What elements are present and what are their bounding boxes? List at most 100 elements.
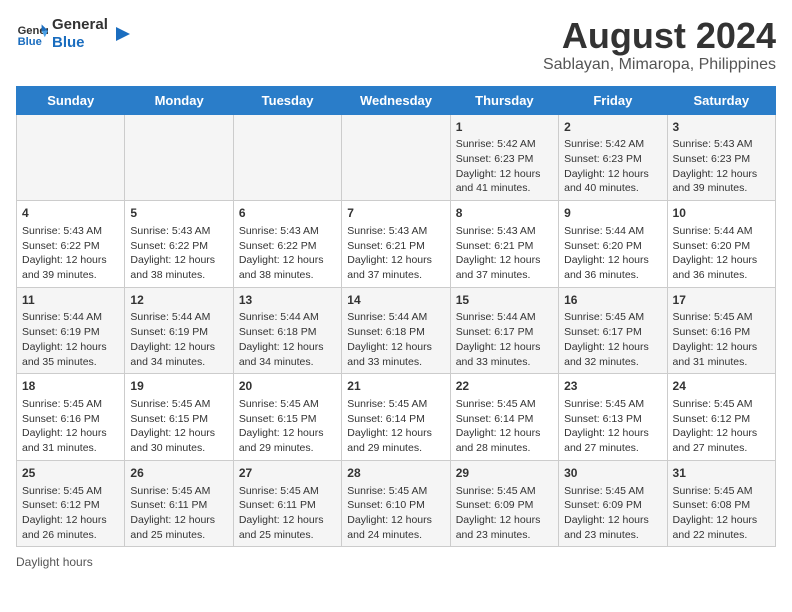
day-header-friday: Friday	[559, 86, 667, 114]
day-info: Sunrise: 5:43 AMSunset: 6:22 PMDaylight:…	[239, 224, 336, 283]
day-number: 13	[239, 292, 336, 309]
day-info: Sunrise: 5:45 AMSunset: 6:16 PMDaylight:…	[673, 310, 770, 369]
day-number: 28	[347, 465, 444, 482]
logo-general: General	[52, 16, 108, 34]
day-number: 14	[347, 292, 444, 309]
calendar-cell: 25Sunrise: 5:45 AMSunset: 6:12 PMDayligh…	[17, 460, 125, 547]
day-info: Sunrise: 5:44 AMSunset: 6:20 PMDaylight:…	[564, 224, 661, 283]
day-info: Sunrise: 5:45 AMSunset: 6:15 PMDaylight:…	[239, 397, 336, 456]
calendar-cell: 6Sunrise: 5:43 AMSunset: 6:22 PMDaylight…	[233, 201, 341, 288]
day-info: Sunrise: 5:45 AMSunset: 6:09 PMDaylight:…	[564, 484, 661, 543]
logo-blue: Blue	[52, 34, 108, 52]
day-number: 23	[564, 378, 661, 395]
day-info: Sunrise: 5:45 AMSunset: 6:13 PMDaylight:…	[564, 397, 661, 456]
day-number: 27	[239, 465, 336, 482]
day-number: 4	[22, 205, 119, 222]
calendar-cell: 29 Sunrise: 5:45 AMSunset: 6:09 PMDayligh…	[450, 460, 558, 547]
day-header-monday: Monday	[125, 86, 233, 114]
title-block: August 2024 Sablayan, Mimaropa, Philippi…	[543, 16, 776, 74]
day-info: Sunrise: 5:45 AMSunset: 6:11 PMDaylight:…	[130, 484, 227, 543]
calendar-cell: 10 Sunrise: 5:44 AMSunset: 6:20 PMDayligh…	[667, 201, 775, 288]
logo: General Blue General Blue	[16, 16, 134, 52]
day-info: Sunrise: 5:45 AMSunset: 6:09 PMDaylight:…	[456, 484, 553, 543]
calendar-cell: 18 Sunrise: 5:45 AMSunset: 6:16 PMDayligh…	[17, 374, 125, 461]
day-number: 2	[564, 119, 661, 136]
day-number: 30	[564, 465, 661, 482]
daylight-label: Daylight hours	[16, 555, 93, 569]
day-number: 21	[347, 378, 444, 395]
calendar-cell: 7 Sunrise: 5:43 AMSunset: 6:21 PMDaylight…	[342, 201, 450, 288]
day-info: Sunrise: 5:45 AMSunset: 6:16 PMDaylight:…	[22, 397, 119, 456]
calendar-cell: 20Sunrise: 5:45 AMSunset: 6:15 PMDayligh…	[233, 374, 341, 461]
calendar-cell: 22Sunrise: 5:45 AMSunset: 6:14 PMDayligh…	[450, 374, 558, 461]
day-number: 29	[456, 465, 553, 482]
calendar-cell: 14Sunrise: 5:44 AMSunset: 6:18 PMDayligh…	[342, 287, 450, 374]
day-info: Sunrise: 5:44 AMSunset: 6:17 PMDaylight:…	[456, 310, 553, 369]
day-number: 10	[673, 205, 770, 222]
day-info: Sunrise: 5:45 AMSunset: 6:14 PMDaylight:…	[347, 397, 444, 456]
day-number: 7	[347, 205, 444, 222]
day-number: 19	[130, 378, 227, 395]
day-number: 31	[673, 465, 770, 482]
day-info: Sunrise: 5:42 AMSunset: 6:23 PMDaylight:…	[456, 137, 553, 196]
calendar-cell: 31 Sunrise: 5:45 AMSunset: 6:08 PMDayligh…	[667, 460, 775, 547]
calendar-cell	[233, 114, 341, 201]
calendar-cell: 17Sunrise: 5:45 AMSunset: 6:16 PMDayligh…	[667, 287, 775, 374]
calendar-cell: 26Sunrise: 5:45 AMSunset: 6:11 PMDayligh…	[125, 460, 233, 547]
day-number: 18	[22, 378, 119, 395]
calendar-cell: 21 Sunrise: 5:45 AMSunset: 6:14 PMDayligh…	[342, 374, 450, 461]
day-number: 11	[22, 292, 119, 309]
calendar-cell: 16Sunrise: 5:45 AMSunset: 6:17 PMDayligh…	[559, 287, 667, 374]
day-header-thursday: Thursday	[450, 86, 558, 114]
logo-arrow-icon	[112, 23, 134, 45]
day-info: Sunrise: 5:43 AMSunset: 6:21 PMDaylight:…	[347, 224, 444, 283]
calendar-cell: 3Sunrise: 5:43 AMSunset: 6:23 PMDaylight…	[667, 114, 775, 201]
day-number: 15	[456, 292, 553, 309]
day-info: Sunrise: 5:45 AMSunset: 6:12 PMDaylight:…	[22, 484, 119, 543]
calendar-cell: 2Sunrise: 5:42 AMSunset: 6:23 PMDaylight…	[559, 114, 667, 201]
day-header-tuesday: Tuesday	[233, 86, 341, 114]
day-info: Sunrise: 5:44 AMSunset: 6:20 PMDaylight:…	[673, 224, 770, 283]
logo-icon: General Blue	[16, 18, 48, 50]
day-info: Sunrise: 5:43 AMSunset: 6:22 PMDaylight:…	[130, 224, 227, 283]
day-number: 17	[673, 292, 770, 309]
day-header-wednesday: Wednesday	[342, 86, 450, 114]
subtitle: Sablayan, Mimaropa, Philippines	[543, 56, 776, 74]
day-info: Sunrise: 5:44 AMSunset: 6:18 PMDaylight:…	[347, 310, 444, 369]
calendar-cell: 9 Sunrise: 5:44 AMSunset: 6:20 PMDaylight…	[559, 201, 667, 288]
calendar-cell: 8Sunrise: 5:43 AMSunset: 6:21 PMDaylight…	[450, 201, 558, 288]
day-info: Sunrise: 5:44 AMSunset: 6:18 PMDaylight:…	[239, 310, 336, 369]
day-info: Sunrise: 5:45 AMSunset: 6:08 PMDaylight:…	[673, 484, 770, 543]
page-header: General Blue General Blue August 2024 Sa…	[16, 16, 776, 74]
day-number: 9	[564, 205, 661, 222]
day-number: 1	[456, 119, 553, 136]
calendar-table: SundayMondayTuesdayWednesdayThursdayFrid…	[16, 86, 776, 548]
footer: Daylight hours	[16, 555, 776, 569]
calendar-cell: 11Sunrise: 5:44 AMSunset: 6:19 PMDayligh…	[17, 287, 125, 374]
day-number: 22	[456, 378, 553, 395]
day-info: Sunrise: 5:42 AMSunset: 6:23 PMDaylight:…	[564, 137, 661, 196]
calendar-cell: 5 Sunrise: 5:43 AMSunset: 6:22 PMDaylight…	[125, 201, 233, 288]
day-info: Sunrise: 5:44 AMSunset: 6:19 PMDaylight:…	[130, 310, 227, 369]
day-info: Sunrise: 5:44 AMSunset: 6:19 PMDaylight:…	[22, 310, 119, 369]
svg-text:Blue: Blue	[18, 36, 42, 48]
calendar-cell: 24 Sunrise: 5:45 AMSunset: 6:12 PMDayligh…	[667, 374, 775, 461]
day-number: 5	[130, 205, 227, 222]
calendar-cell: 30 Sunrise: 5:45 AMSunset: 6:09 PMDayligh…	[559, 460, 667, 547]
day-header-sunday: Sunday	[17, 86, 125, 114]
calendar-cell: 4 Sunrise: 5:43 AMSunset: 6:22 PMDaylight…	[17, 201, 125, 288]
calendar-cell: 27 Sunrise: 5:45 AMSunset: 6:11 PMDayligh…	[233, 460, 341, 547]
day-number: 24	[673, 378, 770, 395]
main-title: August 2024	[543, 16, 776, 56]
day-info: Sunrise: 5:45 AMSunset: 6:15 PMDaylight:…	[130, 397, 227, 456]
day-header-saturday: Saturday	[667, 86, 775, 114]
day-info: Sunrise: 5:43 AMSunset: 6:22 PMDaylight:…	[22, 224, 119, 283]
day-info: Sunrise: 5:45 AMSunset: 6:12 PMDaylight:…	[673, 397, 770, 456]
calendar-cell: 1Sunrise: 5:42 AMSunset: 6:23 PMDaylight…	[450, 114, 558, 201]
day-number: 8	[456, 205, 553, 222]
calendar-cell	[125, 114, 233, 201]
day-number: 12	[130, 292, 227, 309]
calendar-cell: 19 Sunrise: 5:45 AMSunset: 6:15 PMDayligh…	[125, 374, 233, 461]
day-info: Sunrise: 5:45 AMSunset: 6:11 PMDaylight:…	[239, 484, 336, 543]
calendar-cell: 15Sunrise: 5:44 AMSunset: 6:17 PMDayligh…	[450, 287, 558, 374]
